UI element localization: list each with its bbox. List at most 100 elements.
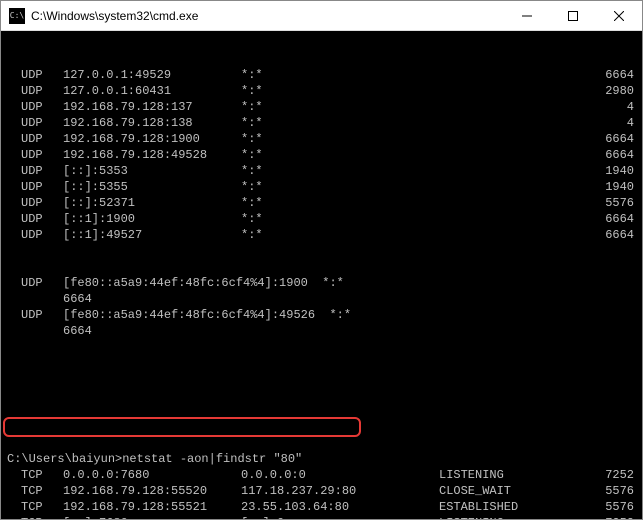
local-address: 0.0.0.0:7680: [63, 467, 149, 483]
command-text: netstat -aon|findstr "80": [122, 452, 302, 466]
maximize-button[interactable]: [550, 1, 596, 30]
foreign-address: *:*: [241, 211, 263, 227]
local-address: [fe80::a5a9:44ef:48fc:6cf4%4]:1900 *:*: [63, 275, 344, 291]
pid: 2980: [605, 83, 634, 99]
proto: UDP: [21, 179, 43, 195]
proto: UDP: [21, 195, 43, 211]
pid: 1940: [605, 179, 634, 195]
netstat-row: UDP 192.168.79.128:1900 *:* 6664: [7, 131, 636, 147]
foreign-address: *:*: [241, 227, 263, 243]
highlight-box: [3, 417, 361, 437]
pid: 7252: [605, 515, 634, 519]
proto: UDP: [21, 67, 43, 83]
local-address: [::]:5353: [63, 163, 128, 179]
state: CLOSE_WAIT: [439, 483, 511, 499]
close-icon: [614, 11, 624, 21]
netstat-row: UDP [::]:5353 *:* 1940: [7, 163, 636, 179]
netstat-row: TCP 192.168.79.128:55520 117.18.237.29:80 C…: [7, 483, 636, 499]
window-title: C:\Windows\system32\cmd.exe: [31, 9, 504, 23]
pid: 6664: [605, 67, 634, 83]
cmd-window: C:\ C:\Windows\system32\cmd.exe UDP 127.0…: [0, 0, 643, 520]
netstat-row: TCP[::]:7680[::]:0LISTENING7252: [7, 515, 636, 519]
local-address: 192.168.79.128:137: [63, 99, 193, 115]
local-address: 192.168.79.128:1900: [63, 131, 200, 147]
pid: 6664: [605, 147, 634, 163]
state: ESTABLISHED: [439, 499, 518, 515]
cmd-icon: C:\: [9, 8, 25, 24]
minimize-button[interactable]: [504, 1, 550, 30]
local-address: 192.168.79.128:55521: [63, 499, 207, 515]
proto: UDP: [21, 211, 43, 227]
pid: 6664: [605, 211, 634, 227]
maximize-icon: [568, 11, 578, 21]
netstat-row: UDP[::1]:1900*:*6664: [7, 211, 636, 227]
terminal-output[interactable]: UDP127.0.0.1:49529*:*6664UDP127.0.0.1:60…: [1, 31, 642, 519]
proto: TCP: [21, 499, 43, 515]
netstat-row: UDP192.168.79.128:137*:*4: [7, 99, 636, 115]
netstat-row: TCP 0.0.0.0:7680 0.0.0.0:0 LISTENING 7252: [7, 467, 636, 483]
netstat-row: UDP 192.168.79.128:49528 *:* 6664: [7, 147, 636, 163]
netstat-row: TCP 192.168.79.128:55521 23.55.103.64:80 ES…: [7, 499, 636, 515]
close-button[interactable]: [596, 1, 642, 30]
foreign-address: *:*: [241, 147, 263, 163]
local-address: 127.0.0.1:49529: [63, 67, 171, 83]
local-address: [::]:52371: [63, 195, 135, 211]
local-address: [fe80::a5a9:44ef:48fc:6cf4%4]:49526 *:*: [63, 307, 351, 323]
prompt-path: C:\Users\baiyun>: [7, 452, 122, 466]
proto: UDP: [21, 83, 43, 99]
foreign-address: *:*: [241, 163, 263, 179]
foreign-address: 117.18.237.29:80: [241, 483, 356, 499]
netstat-row: UDP192.168.79.128:138*:*4: [7, 115, 636, 131]
local-address: 192.168.79.128:138: [63, 115, 193, 131]
pid: 1940: [605, 163, 634, 179]
netstat-row: UDP 127.0.0.1:49529 *:* 6664: [7, 67, 636, 83]
local-address: [::]:5355: [63, 179, 128, 195]
proto: UDP: [21, 115, 43, 131]
proto: UDP: [21, 275, 43, 291]
foreign-address: 0.0.0.0:0: [241, 467, 306, 483]
foreign-address: *:*: [241, 99, 263, 115]
pid: 6664: [605, 227, 634, 243]
pid: 5576: [605, 483, 634, 499]
foreign-address: *:*: [241, 67, 263, 83]
foreign-address: [::]:0: [241, 515, 284, 519]
proto: UDP: [21, 307, 43, 323]
proto: TCP: [21, 467, 43, 483]
foreign-address: *:*: [241, 179, 263, 195]
foreign-address: *:*: [241, 83, 263, 99]
netstat-row: UDP [fe80::a5a9:44ef:48fc:6cf4%4]:49526 *…: [7, 307, 636, 323]
pid: 6664: [63, 323, 92, 339]
foreign-address: *:*: [241, 131, 263, 147]
local-address: [::]:7680: [63, 515, 128, 519]
pid: 5576: [605, 499, 634, 515]
blank-line: [7, 371, 636, 387]
proto: TCP: [21, 515, 43, 519]
proto: UDP: [21, 227, 43, 243]
titlebar[interactable]: C:\ C:\Windows\system32\cmd.exe: [1, 1, 642, 31]
window-controls: [504, 1, 642, 30]
proto: UDP: [21, 99, 43, 115]
local-address: 192.168.79.128:49528: [63, 147, 207, 163]
pid: 7252: [605, 467, 634, 483]
netstat-row: UDP [::]:5355 *:* 1940: [7, 179, 636, 195]
state: LISTENING: [439, 467, 504, 483]
local-address: 192.168.79.128:55520: [63, 483, 207, 499]
proto: UDP: [21, 163, 43, 179]
netstat-row-wrap: 6664: [7, 291, 636, 307]
pid: 4: [627, 115, 634, 131]
proto: UDP: [21, 131, 43, 147]
proto: UDP: [21, 147, 43, 163]
netstat-row: UDP [::]:52371 *:* 5576: [7, 195, 636, 211]
netstat-row: UDP [::1]:49527 *:* 6664: [7, 227, 636, 243]
foreign-address: *:*: [241, 195, 263, 211]
proto: TCP: [21, 483, 43, 499]
pid: 6664: [605, 131, 634, 147]
netstat-row: UDP127.0.0.1:60431*:*2980: [7, 83, 636, 99]
local-address: [::1]:49527: [63, 227, 142, 243]
pid: 5576: [605, 195, 634, 211]
netstat-row: UDP [fe80::a5a9:44ef:48fc:6cf4%4]:1900 *:…: [7, 275, 636, 291]
command-line-1: C:\Users\baiyun>netstat -aon|findstr "80…: [7, 419, 636, 435]
pid: 6664: [63, 291, 92, 307]
minimize-icon: [522, 11, 532, 21]
foreign-address: 23.55.103.64:80: [241, 499, 349, 515]
